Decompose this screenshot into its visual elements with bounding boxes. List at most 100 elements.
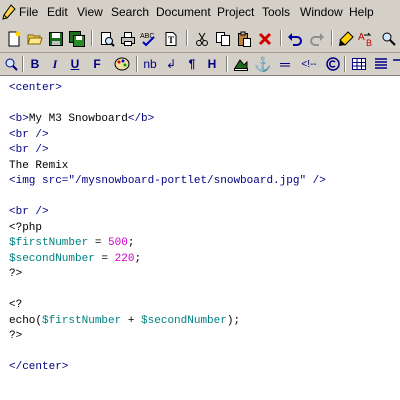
code-line: $secondNumber = 220;: [9, 252, 141, 267]
svg-text:T: T: [168, 35, 174, 45]
toolbar-separator: [22, 56, 24, 72]
svg-text:B: B: [366, 38, 372, 47]
file-info-icon[interactable]: T: [160, 28, 182, 50]
code-token-var: $firstNumber: [9, 237, 89, 249]
font-button[interactable]: F: [89, 53, 105, 75]
highlighter-icon[interactable]: [335, 28, 357, 50]
table-icon[interactable]: [348, 53, 370, 75]
horizontal-rule-button[interactable]: ═: [276, 53, 294, 75]
code-token-php: );: [226, 314, 241, 327]
code-line: </center>: [9, 360, 68, 375]
code-token-var: $secondNumber: [141, 314, 227, 327]
code-line: The Remix: [9, 159, 68, 174]
code-token-text: My M3 Snowboard: [28, 113, 128, 125]
code-token-php: ;: [127, 237, 135, 249]
menu-tools[interactable]: Tools: [262, 5, 290, 19]
main-toolbar: ABC T AB: [0, 26, 400, 53]
save-all-icon[interactable]: [66, 28, 88, 50]
paragraph-button[interactable]: ¶: [184, 53, 200, 75]
menu-search[interactable]: Search: [111, 5, 149, 19]
code-token-tag: <br />: [9, 206, 49, 218]
toolbar-separator: [280, 30, 282, 46]
code-line: <br />: [9, 128, 49, 143]
line-break-button[interactable]: ↲: [163, 53, 179, 75]
code-token-php: =: [88, 237, 109, 249]
zoom-icon[interactable]: [0, 53, 22, 75]
comment-button[interactable]: <!--: [298, 53, 320, 75]
code-token-php: <?: [9, 299, 23, 311]
toolbar-separator: [91, 30, 93, 46]
find-replace-icon[interactable]: AB: [356, 28, 378, 50]
menu-edit[interactable]: Edit: [47, 5, 68, 19]
app-pen-icon[interactable]: [2, 4, 16, 20]
anchor-button[interactable]: ⚓: [254, 53, 272, 75]
paste-icon[interactable]: [233, 28, 255, 50]
save-icon[interactable]: [45, 28, 67, 50]
undo-icon[interactable]: [284, 28, 306, 50]
code-token-tag: />: [306, 175, 326, 187]
code-token-tag: </b>: [127, 113, 155, 125]
align-icon[interactable]: [370, 53, 392, 75]
new-file-icon[interactable]: [3, 28, 25, 50]
code-editor[interactable]: <center> <b>My M3 Snowboard</b> <br /> <br …: [0, 76, 400, 400]
menu-view[interactable]: View: [77, 5, 103, 19]
code-token-php: ;: [134, 252, 142, 265]
code-token-tag: <img src=: [9, 175, 69, 187]
code-token-tag: </center>: [9, 361, 69, 373]
code-token-php: +: [121, 314, 142, 327]
code-token-php: ?>: [9, 330, 23, 342]
code-line: ?>: [9, 267, 22, 282]
menu-window[interactable]: Window: [300, 5, 343, 19]
underline-button[interactable]: U: [67, 53, 83, 75]
code-token-num: 500: [108, 237, 128, 249]
toolbar-separator: [226, 56, 228, 72]
color-palette-icon[interactable]: [111, 53, 133, 75]
cut-icon[interactable]: [191, 28, 213, 50]
code-token-tag: <center>: [9, 82, 62, 94]
image-insert-icon[interactable]: [230, 53, 252, 75]
code-line: ?>: [9, 329, 22, 344]
code-token-tag: <br />: [9, 128, 49, 141]
redo-icon[interactable]: [306, 28, 328, 50]
toolbar-separator: [186, 30, 188, 46]
code-token-num: 220: [114, 252, 135, 265]
code-token-tag: <b>: [9, 113, 29, 125]
code-token-php: ?>: [9, 268, 23, 280]
code-line: <br />: [9, 143, 49, 158]
italic-button[interactable]: I: [47, 53, 63, 75]
spellcheck-icon[interactable]: ABC: [138, 28, 160, 50]
menu-project[interactable]: Project: [217, 5, 254, 19]
menu-file[interactable]: File: [19, 5, 38, 19]
copyright-icon[interactable]: [322, 53, 344, 75]
bold-button[interactable]: B: [27, 53, 43, 75]
code-token-tag: <br />: [9, 144, 49, 156]
open-folder-icon[interactable]: [24, 28, 46, 50]
copy-icon[interactable]: [212, 28, 234, 50]
print-icon[interactable]: [117, 28, 139, 50]
code-line: <center>: [9, 81, 62, 96]
code-token-var: $firstNumber: [42, 314, 122, 327]
code-token-str: "/mysnowboard-portlet/snowboard.jpg": [68, 175, 307, 187]
code-token-php: <?php: [9, 221, 43, 234]
code-line: <br />: [9, 205, 49, 220]
code-token-php: =: [94, 252, 115, 265]
print-preview-icon[interactable]: [96, 28, 118, 50]
delete-icon[interactable]: [254, 28, 276, 50]
code-token-text: The Remix: [9, 159, 69, 172]
code-line: <b>My M3 Snowboard</b>: [9, 112, 154, 127]
code-line: <?php: [9, 221, 42, 236]
toolbar-separator: [344, 56, 346, 72]
menu-document[interactable]: Document: [156, 5, 211, 19]
menu-help[interactable]: Help: [349, 5, 374, 19]
code-token-var: $secondNumber: [9, 252, 95, 265]
code-token-php: echo(: [9, 314, 43, 327]
nbsp-button[interactable]: nb: [140, 53, 160, 75]
toolbar-separator: [331, 30, 333, 46]
code-line: <?: [9, 298, 22, 313]
more-icon[interactable]: [392, 53, 400, 75]
menu-bar: File Edit View Search Document Project T…: [0, 0, 400, 27]
toolbar-separator: [136, 56, 138, 72]
find-icon[interactable]: [378, 28, 400, 50]
code-line: <img src="/mysnowboard-portlet/snowboard…: [9, 174, 326, 189]
heading-button[interactable]: H: [204, 53, 220, 75]
